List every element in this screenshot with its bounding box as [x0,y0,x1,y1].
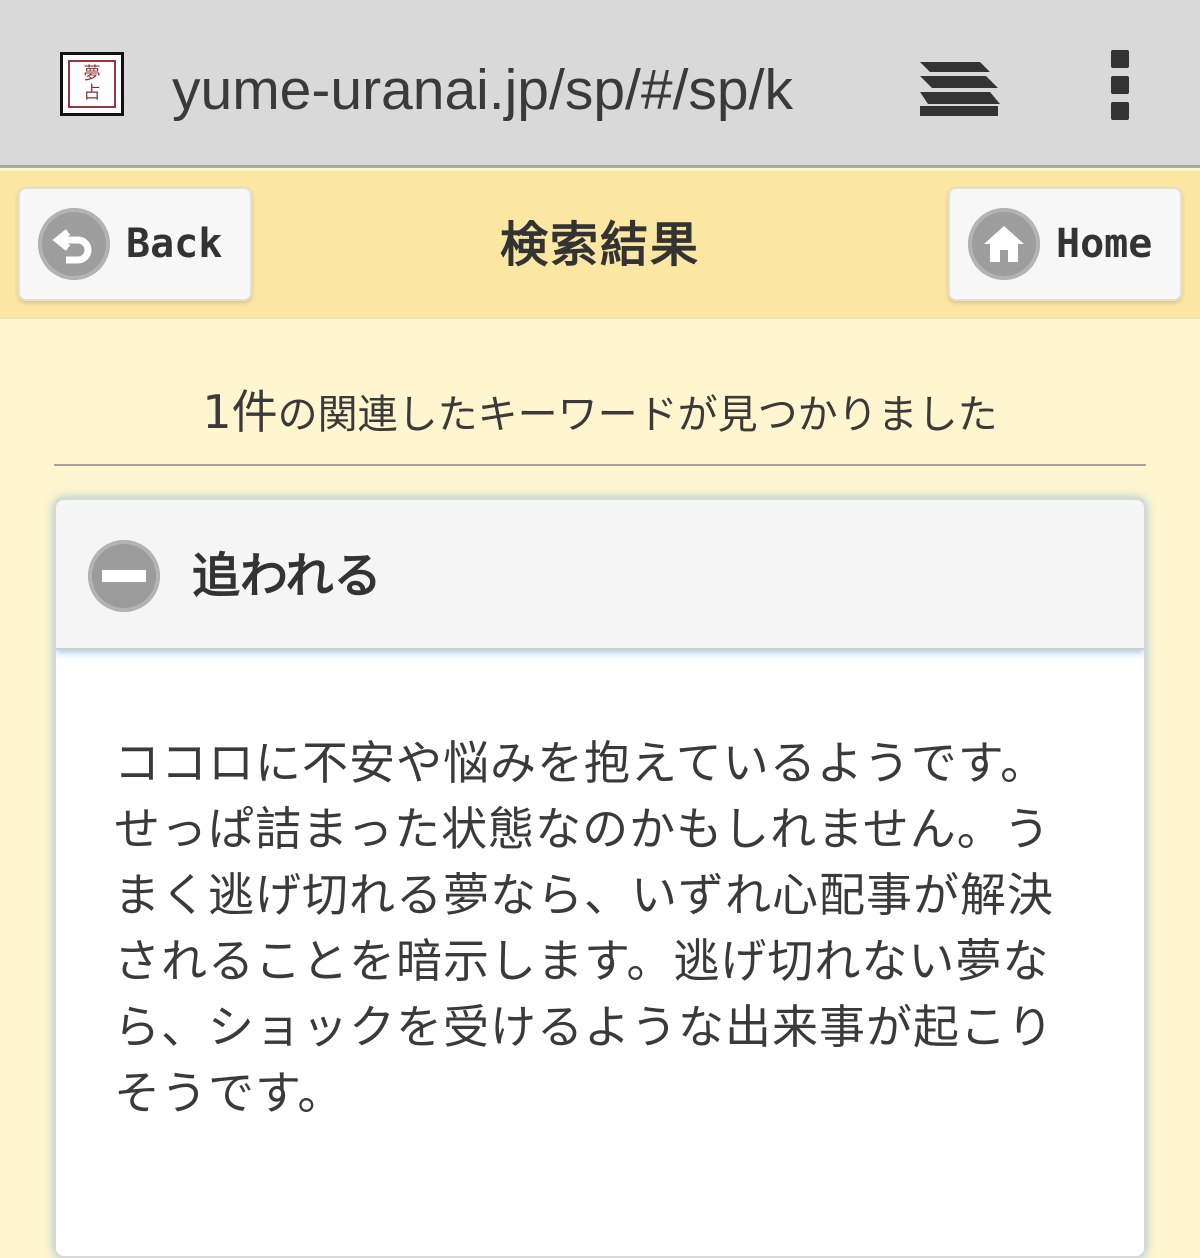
tabs-icon[interactable] [918,58,1000,118]
result-count-number: 1件 [202,385,278,439]
keyword-title: 追われる [192,548,382,604]
result-count: 1件の関連したキーワードが見つかりました [0,372,1200,452]
overflow-menu-icon[interactable] [1105,50,1135,120]
keyword-description: ココロに不安や悩みを抱えているようです。せっぱ詰まった状態なのかもしれません。う… [114,736,1054,1120]
divider [54,464,1146,466]
address-bar[interactable]: yume-uranai.jp/sp/#/sp/k [172,50,856,130]
back-arrow-icon [38,208,110,280]
back-button[interactable]: Back [18,187,252,301]
result-panel-header[interactable]: 追われる [56,500,1144,650]
collapse-minus-icon [88,540,160,612]
home-button-label: Home [1056,221,1153,267]
result-panel: 追われる ココロに不安や悩みを抱えているようです。せっぱ詰まった状態なのかもしれ… [54,498,1146,1258]
favicon-text-top: 夢 [83,64,101,84]
favicon-text-bottom: 占 [83,83,101,103]
home-icon [968,208,1040,280]
result-count-text: の関連したキーワードが見つかりました [277,392,998,438]
page-header: Back 検索結果 Home [0,171,1200,319]
favicon-logo: 夢 占 [68,60,116,108]
home-button[interactable]: Home [948,187,1182,301]
site-favicon: 夢 占 [60,52,124,116]
page-title: 検索結果 [499,217,700,273]
browser-toolbar: 夢 占 yume-uranai.jp/sp/#/sp/k [0,0,1200,168]
back-button-label: Back [126,221,223,267]
